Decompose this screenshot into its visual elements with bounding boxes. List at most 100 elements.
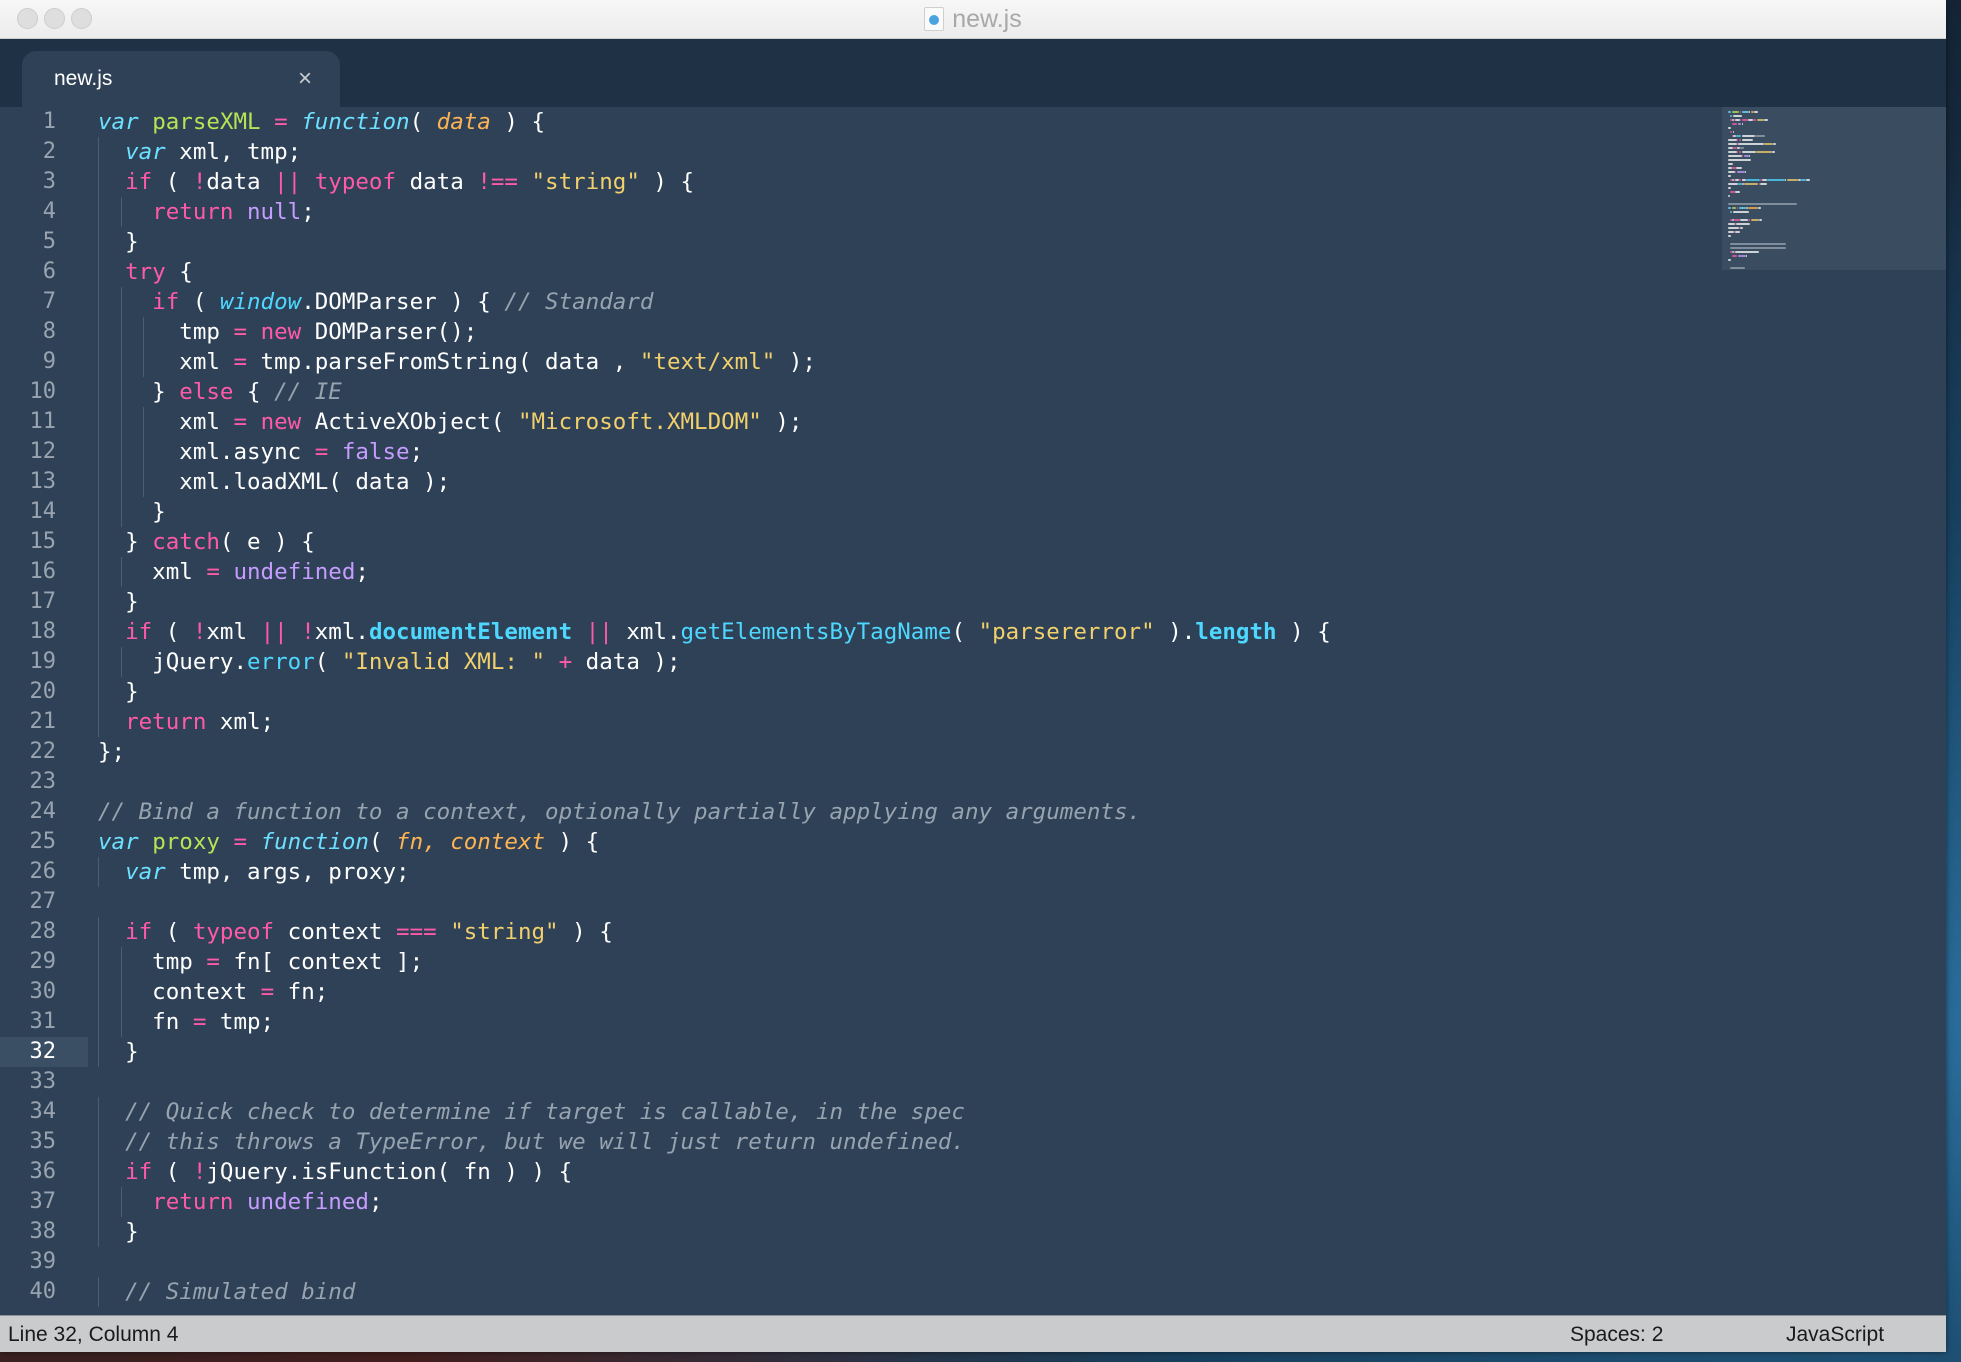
code-token: data (396, 169, 478, 195)
minimap-viewport[interactable] (1722, 107, 1946, 270)
code-token: proxy (152, 829, 220, 855)
line-number: 1 (42, 109, 56, 134)
code-token: getElementsByTagName (680, 619, 952, 645)
indent-guide (98, 1277, 99, 1307)
line-number: 14 (29, 499, 57, 524)
code-line[interactable]: try { (98, 257, 193, 287)
code-line[interactable]: } (98, 1217, 139, 1247)
minimap-line (1728, 223, 1736, 225)
code-line[interactable]: tmp = new DOMParser(); (98, 317, 477, 347)
code-line[interactable]: if ( !xml || !xml.documentElement || xml… (98, 617, 1331, 647)
minimap-line (1755, 135, 1765, 137)
code-token: if (125, 919, 153, 945)
indent-guide (98, 1127, 99, 1157)
syntax-mode[interactable]: JavaScript (1786, 1323, 1884, 1347)
code-token: ( (314, 649, 342, 675)
code-line[interactable]: // Quick check to determine if target is… (98, 1097, 965, 1127)
code-line[interactable]: // Bind a function to a context, optiona… (98, 797, 1141, 827)
minimap-line (1756, 119, 1764, 121)
code-line[interactable]: } (98, 497, 166, 527)
minimap-line (1738, 179, 1741, 181)
code-token: window (219, 289, 302, 315)
code-line[interactable]: return undefined; (98, 1187, 382, 1217)
code-line[interactable]: // Simulated bind (98, 1277, 355, 1307)
cursor-position[interactable]: Line 32, Column 4 (8, 1323, 178, 1347)
code-line[interactable]: xml.async = false; (98, 437, 423, 467)
code-token: try (125, 259, 166, 285)
code-line[interactable]: context = fn; (98, 977, 328, 1007)
code-token: xml; (206, 709, 275, 735)
code-line[interactable]: xml = undefined; (98, 557, 369, 587)
code-token: var (125, 859, 166, 885)
code-line[interactable]: tmp = fn[ context ]; (98, 947, 423, 977)
code-line[interactable]: xml = tmp.parseFromString( data , "text/… (98, 347, 816, 377)
code-line[interactable]: } (98, 227, 139, 257)
indent-guide (98, 557, 99, 587)
code-line[interactable]: xml = new ActiveXObject( "Microsoft.XMLD… (98, 407, 802, 437)
code-token: ). (1154, 619, 1196, 645)
indent-guide (120, 437, 122, 467)
minimap-line (1741, 135, 1755, 137)
code-token: undefined (247, 1189, 369, 1215)
code-token: !== (477, 169, 518, 195)
code-token: } (98, 499, 166, 525)
indent-guide (120, 1187, 122, 1217)
minimap-line (1729, 243, 1786, 245)
code-token: function (301, 109, 410, 135)
code-token: || (260, 619, 288, 645)
line-number: 22 (29, 739, 57, 764)
code-token: .DOMParser ) { (301, 289, 505, 315)
code-token: = (260, 979, 275, 1005)
code-line[interactable]: } (98, 587, 139, 617)
code-token: ! (192, 619, 207, 645)
line-number: 29 (29, 949, 57, 974)
code-area[interactable]: var parseXML = function( data ) { var xm… (98, 107, 1718, 1315)
code-line[interactable]: } catch( e ) { (98, 527, 315, 557)
code-line[interactable]: var proxy = function( fn, context ) { (98, 827, 599, 857)
code-line[interactable]: } else { // IE (98, 377, 342, 407)
code-token: // Standard (504, 289, 654, 315)
tab-new-js[interactable]: new.js × (22, 51, 340, 107)
code-line[interactable]: } (98, 1037, 139, 1067)
code-line[interactable]: jQuery.error( "Invalid XML: " + data ); (98, 647, 680, 677)
code-line[interactable]: if ( !data || typeof data !== "string" )… (98, 167, 694, 197)
tab-close-icon[interactable]: × (298, 65, 312, 93)
code-line[interactable]: if ( typeof context === "string" ) { (98, 917, 613, 947)
code-line[interactable]: var parseXML = function( data ) { (98, 107, 545, 137)
code-line[interactable]: if ( !jQuery.isFunction( fn ) ) { (98, 1157, 572, 1187)
minimap[interactable] (1722, 107, 1946, 1315)
line-number: 32 (29, 1039, 57, 1064)
minimap-line (1741, 151, 1756, 153)
code-line[interactable]: } (98, 677, 139, 707)
code-line[interactable]: var tmp, args, proxy; (98, 857, 409, 887)
line-number: 15 (29, 529, 57, 554)
indent-guide (98, 1037, 99, 1067)
code-line[interactable]: return xml; (98, 707, 274, 737)
code-line[interactable]: }; (98, 737, 125, 767)
code-line[interactable]: return null; (98, 197, 315, 227)
minimap-line (1739, 111, 1741, 113)
code-token: ( (951, 619, 979, 645)
code-editor[interactable]: 1 2 3 4 5 6 7 8 9 10 11 12 13 14 15 16 17 18 19 20 21 22 23 24 2… (0, 107, 1946, 1315)
code-line[interactable]: var xml, tmp; (98, 137, 301, 167)
minimap-line (1736, 167, 1743, 169)
line-number-gutter: 1 2 3 4 5 6 7 8 9 10 11 12 13 14 15 16 17 18 19 20 21 22 23 24 2… (0, 107, 88, 1315)
code-line[interactable]: xml.loadXML( data ); (98, 467, 450, 497)
code-line[interactable]: fn = tmp; (98, 1007, 274, 1037)
code-line[interactable]: // this throws a TypeError, but we will … (98, 1127, 965, 1157)
minimap-line (1731, 111, 1739, 113)
code-token: = (233, 829, 248, 855)
indentation-setting[interactable]: Spaces: 2 (1570, 1323, 1663, 1347)
code-token: "Microsoft.XMLDOM" (517, 409, 762, 435)
code-line[interactable]: if ( window.DOMParser ) { // Standard (98, 287, 653, 317)
code-token: catch (152, 529, 220, 555)
code-token: typeof (192, 919, 275, 945)
code-token: // Quick check to determine if target is… (125, 1099, 965, 1125)
code-token: = (274, 109, 288, 135)
